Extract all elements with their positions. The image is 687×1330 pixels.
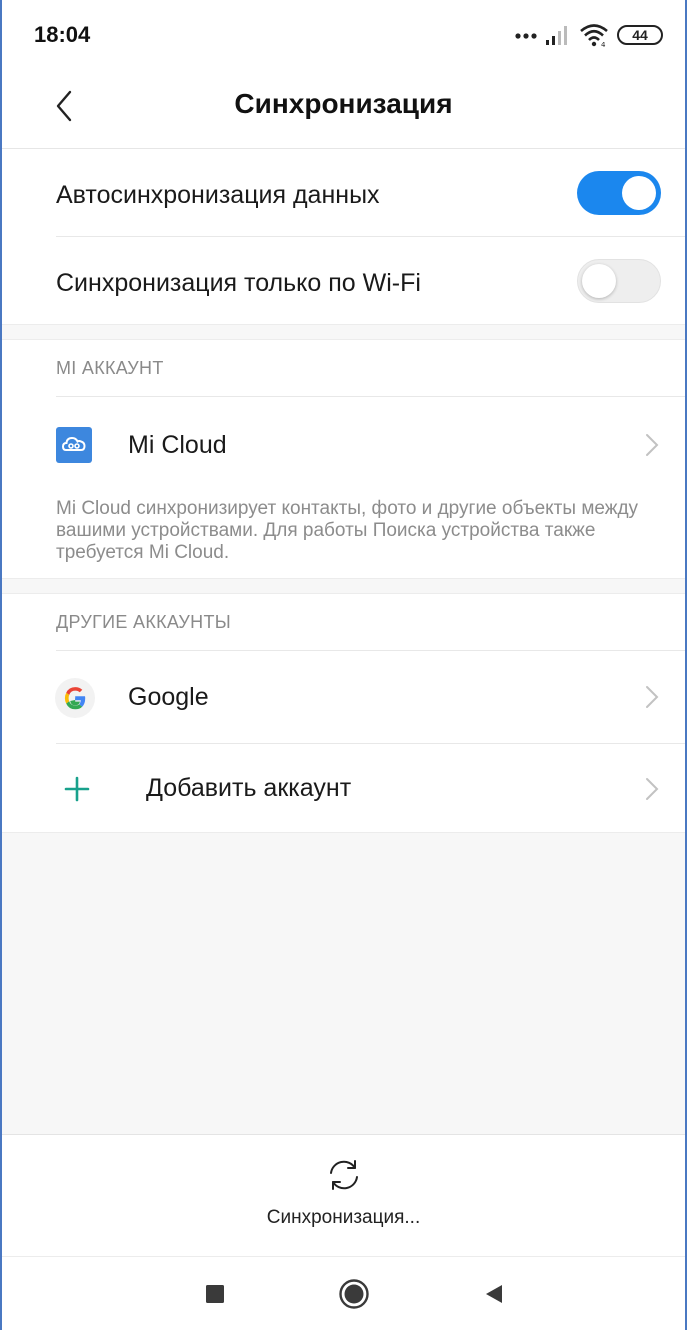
signal-icon xyxy=(546,26,567,45)
wifi-only-row[interactable]: Синхронизация только по Wi-Fi xyxy=(2,237,685,325)
add-account-label: Добавить аккаунт xyxy=(146,774,352,802)
wifi-only-toggle[interactable] xyxy=(577,259,661,303)
mi-cloud-note: Mi Cloud синхронизирует контакты, фото и… xyxy=(56,498,639,563)
auto-sync-label: Автосинхронизация данных xyxy=(56,181,380,209)
sync-label: Синхронизация... xyxy=(266,1207,421,1228)
wifi-only-label: Синхронизация только по Wi-Fi xyxy=(56,269,421,297)
battery-level: 44 xyxy=(632,27,648,43)
section-gap xyxy=(2,578,685,594)
header: Синхронизация xyxy=(2,70,685,148)
plus-icon xyxy=(64,776,90,802)
status-icons: 4 44 xyxy=(515,20,663,50)
toggle-knob xyxy=(582,264,616,298)
battery-icon: 44 xyxy=(617,25,663,45)
account-item-google[interactable]: Google xyxy=(2,651,685,743)
chevron-right-icon xyxy=(646,686,659,708)
back-icon[interactable] xyxy=(478,1277,512,1311)
wifi-icon: 4 xyxy=(580,24,608,47)
google-label: Google xyxy=(128,683,209,711)
sync-icon xyxy=(329,1160,358,1190)
svg-text:4: 4 xyxy=(601,41,606,47)
empty-area xyxy=(2,832,685,1135)
mi-cloud-icon xyxy=(56,427,92,463)
sync-button[interactable]: Синхронизация... xyxy=(2,1134,685,1257)
chevron-right-icon xyxy=(646,434,659,456)
google-icon xyxy=(55,678,95,718)
home-icon[interactable] xyxy=(337,1277,371,1311)
account-item-mi-cloud[interactable]: Mi Cloud xyxy=(2,397,685,493)
sync-settings-screen: 18:04 4 44 Синхронизация Автосинхронизац… xyxy=(0,0,687,1330)
section-header-other-accounts: ДРУГИЕ АККАУНТЫ xyxy=(56,612,231,632)
section-header-mi-account: MI АККАУНТ xyxy=(56,358,164,378)
auto-sync-row[interactable]: Автосинхронизация данных xyxy=(2,149,685,237)
dots-icon xyxy=(515,33,537,39)
status-bar: 18:04 4 44 xyxy=(2,0,685,70)
recents-icon[interactable] xyxy=(198,1277,232,1311)
auto-sync-toggle[interactable] xyxy=(577,171,661,215)
mi-cloud-label: Mi Cloud xyxy=(128,431,227,459)
section-gap xyxy=(2,324,685,340)
navigation-bar xyxy=(2,1256,685,1330)
add-account-row[interactable]: Добавить аккаунт xyxy=(2,744,685,832)
page-title: Синхронизация xyxy=(234,88,453,119)
status-time: 18:04 xyxy=(34,22,91,47)
chevron-right-icon xyxy=(646,778,659,800)
toggle-knob xyxy=(622,176,656,210)
